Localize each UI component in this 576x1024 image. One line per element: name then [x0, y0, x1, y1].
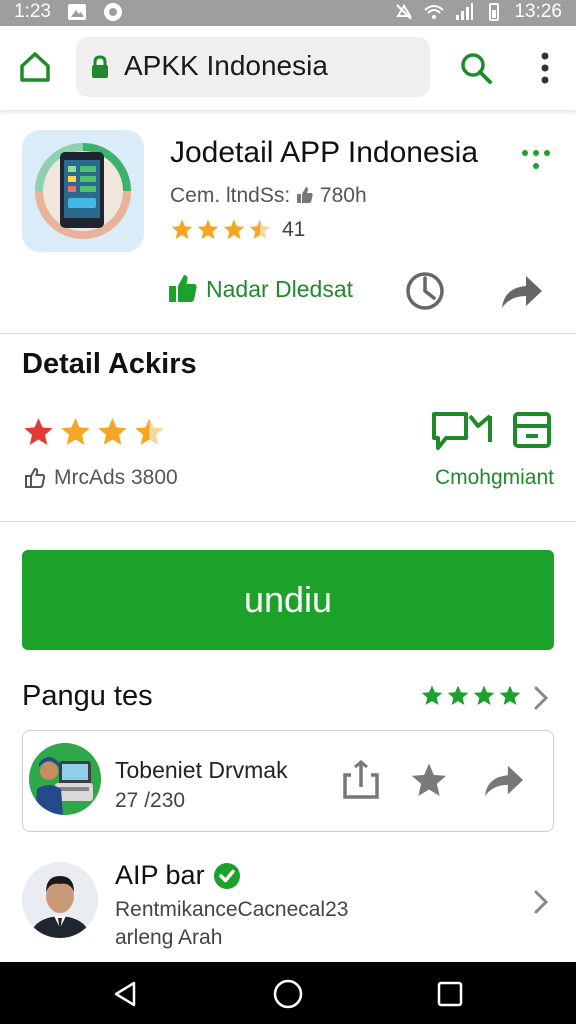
status-clock: 13:26 [514, 1, 562, 22]
forward-icon[interactable] [483, 763, 525, 799]
battery-icon [489, 3, 500, 21]
star-icon [61, 418, 90, 445]
reviews-rating-stars [420, 684, 522, 708]
mute-icon [396, 4, 413, 20]
share-icon[interactable] [500, 274, 544, 310]
star-icon [421, 685, 443, 705]
thumb-up-icon [297, 187, 313, 203]
app-rating-value: 41 [282, 218, 306, 241]
developer-avatar [22, 862, 98, 938]
reviewer-name: Tobeniet Drvmak [115, 757, 288, 783]
comments-link[interactable]: Cmohgmiant [435, 466, 554, 490]
verified-badge-icon [213, 862, 240, 889]
developer-name: AIP bar [115, 860, 205, 890]
detail-title: Detail Ackirs [22, 348, 197, 380]
developer-info-secondary: arleng Arah [115, 926, 223, 949]
download-button[interactable]: undiu [22, 550, 554, 650]
app-rating: 41 [170, 218, 305, 242]
back-icon[interactable] [112, 980, 140, 1008]
comment-icon[interactable] [430, 410, 494, 454]
lock-icon [92, 55, 108, 78]
developer-info: RentmikanceCacnecal23 [115, 898, 349, 921]
like-button[interactable]: Nadar Dledsat [168, 274, 353, 304]
developer-row[interactable]: AIP bar RentmikanceCacnecal23 arleng Ara… [0, 852, 576, 962]
more-dots-icon[interactable] [520, 148, 552, 172]
signal-icon [456, 3, 474, 20]
star-icon [223, 219, 245, 239]
app-icon[interactable] [22, 130, 144, 252]
overflow-menu-icon[interactable] [532, 50, 558, 86]
phone-app-icon [35, 143, 131, 239]
url-text: APKK Indonesia [124, 50, 328, 81]
star-icon [447, 685, 469, 705]
recent-apps-icon[interactable] [436, 980, 464, 1008]
star-icon [499, 685, 521, 705]
like-icon [169, 275, 197, 302]
home-circle-icon[interactable] [272, 978, 304, 1010]
developer-name-row: AIP bar [115, 860, 241, 891]
star-icon [197, 219, 219, 239]
star-icon[interactable] [409, 761, 449, 801]
star-icon [473, 685, 495, 705]
url-bar[interactable]: APKK Indonesia [76, 37, 430, 97]
status-time: 1:23 [14, 1, 51, 22]
reviewer-avatar-illustration [29, 743, 101, 815]
image-notification-icon [67, 4, 86, 20]
review-card[interactable]: Tobeniet Drvmak 27 /230 [22, 730, 554, 832]
status-bar: 1:23 13:26 [0, 0, 576, 26]
browser-toolbar: APKK Indonesia [0, 26, 576, 110]
thumb-up-outline-icon [25, 467, 46, 488]
developer-photo [22, 862, 98, 938]
detail-section: Detail Ackirs MrcAds 3800 Cmohgmiant [0, 334, 576, 522]
wifi-icon [424, 5, 445, 19]
app-title: Jodetail APP Indonesia [170, 136, 479, 169]
app-header: Jodetail APP Indonesia Cem. ltndSs: 780h… [0, 110, 576, 334]
app-subtitle: Cem. ltndSs: 780h [170, 184, 367, 208]
reviewer-avatar [29, 743, 101, 815]
detail-subtitle: MrcAds 3800 [24, 466, 178, 490]
star-icon [249, 219, 271, 239]
search-icon[interactable] [458, 50, 494, 86]
app-rating-stars [170, 218, 272, 242]
home-icon[interactable] [18, 50, 52, 84]
detail-rating-stars [22, 416, 166, 449]
star-icon [171, 219, 193, 239]
star-icon [24, 418, 53, 445]
calendar-icon[interactable] [512, 410, 552, 450]
star-icon [98, 418, 127, 445]
history-icon[interactable] [404, 270, 446, 312]
review-date: 27 /230 [115, 789, 186, 812]
reviews-title: Pangu tes [22, 680, 153, 712]
chevron-right-icon[interactable] [530, 684, 552, 712]
notification-dot-icon [103, 3, 122, 21]
detail-sub-label: MrcAds 3800 [54, 466, 178, 489]
share-up-icon[interactable] [341, 759, 381, 801]
chevron-right-icon[interactable] [530, 888, 552, 916]
app-subtitle-count: 780h [319, 184, 367, 207]
app-subtitle-prefix: Cem. ltndSs: [170, 184, 291, 207]
star-icon [135, 418, 164, 445]
system-nav-bar [0, 962, 576, 1024]
like-label: Nadar Dledsat [206, 275, 354, 302]
